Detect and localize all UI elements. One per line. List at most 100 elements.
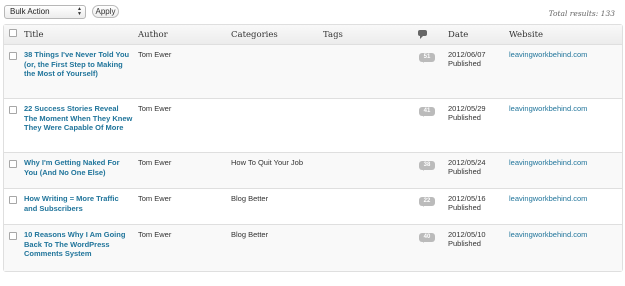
categories-cell: How To Quit Your Job	[229, 153, 321, 189]
post-title-link[interactable]: How Writing = More Traffic and Subscribe…	[24, 194, 134, 213]
author-cell: Tom Ewer	[136, 225, 229, 271]
column-header-tags[interactable]: Tags	[321, 25, 409, 45]
website-cell: leavingworkbehind.com	[507, 225, 622, 271]
bulk-action-select[interactable]: Bulk Action ▲ ▼	[4, 5, 86, 19]
post-date: 2012/05/10	[448, 230, 486, 239]
post-date: 2012/06/07	[448, 50, 486, 59]
comments-cell: 51	[409, 45, 446, 99]
bubble-tail-icon	[423, 168, 426, 171]
comment-count-bubble[interactable]: 38	[419, 159, 435, 171]
posts-table: Title Author Categories Tags Date Websit…	[3, 24, 623, 272]
post-status: Published	[448, 239, 481, 248]
column-header-categories[interactable]: Categories	[229, 25, 321, 45]
author-cell: Tom Ewer	[136, 99, 229, 153]
post-title-link[interactable]: Why I'm Getting Naked For You (And No On…	[24, 158, 134, 177]
title-cell: 22 Success Stories Reveal The Moment Whe…	[22, 99, 136, 153]
post-date: 2012/05/29	[448, 104, 486, 113]
website-cell: leavingworkbehind.com	[507, 189, 622, 225]
tags-cell	[321, 45, 409, 99]
author-cell: Tom Ewer	[136, 45, 229, 99]
tags-cell	[321, 189, 409, 225]
row-select-cell	[4, 189, 22, 225]
website-link[interactable]: leavingworkbehind.com	[509, 50, 587, 59]
date-cell: 2012/05/16 Published	[446, 189, 507, 225]
row-checkbox[interactable]	[9, 52, 17, 60]
bubble-tail-icon	[423, 60, 426, 63]
post-status: Published	[448, 203, 481, 212]
table-row: How Writing = More Traffic and Subscribe…	[4, 189, 622, 225]
website-cell: leavingworkbehind.com	[507, 99, 622, 153]
post-title-link[interactable]: 22 Success Stories Reveal The Moment Whe…	[24, 104, 134, 133]
table-header-row: Title Author Categories Tags Date Websit…	[4, 25, 622, 45]
date-cell: 2012/06/07 Published	[446, 45, 507, 99]
post-title-link[interactable]: 38 Things I've Never Told You (or, the F…	[24, 50, 134, 79]
title-cell: Why I'm Getting Naked For You (And No On…	[22, 153, 136, 189]
table-row: Why I'm Getting Naked For You (And No On…	[4, 153, 622, 189]
categories-cell	[229, 45, 321, 99]
post-status: Published	[448, 59, 481, 68]
table-row: 38 Things I've Never Told You (or, the F…	[4, 45, 622, 99]
bubble-tail-icon	[423, 114, 426, 117]
website-cell: leavingworkbehind.com	[507, 153, 622, 189]
comment-count-bubble[interactable]: 41	[419, 105, 435, 117]
categories-cell: Blog Better	[229, 225, 321, 271]
total-results: Total results: 133	[548, 9, 615, 18]
tags-cell	[321, 225, 409, 271]
row-checkbox[interactable]	[9, 106, 17, 114]
select-all-cell	[4, 25, 22, 45]
toolbar: Bulk Action ▲ ▼ Apply Total results: 133	[0, 0, 625, 22]
select-arrows-icon: ▲ ▼	[77, 6, 82, 17]
date-cell: 2012/05/10 Published	[446, 225, 507, 271]
comment-count: 22	[419, 197, 435, 206]
table-row: 10 Reasons Why I Am Going Back To The Wo…	[4, 225, 622, 271]
date-cell: 2012/05/24 Published	[446, 153, 507, 189]
column-header-date[interactable]: Date	[446, 25, 507, 45]
apply-button[interactable]: Apply	[92, 5, 119, 18]
comment-count: 51	[419, 53, 435, 62]
bulk-action-label: Bulk Action	[10, 7, 50, 16]
website-cell: leavingworkbehind.com	[507, 45, 622, 99]
comment-count: 41	[419, 107, 435, 116]
website-link[interactable]: leavingworkbehind.com	[509, 230, 587, 239]
comments-cell: 41	[409, 99, 446, 153]
comments-cell: 38	[409, 153, 446, 189]
comment-count-bubble[interactable]: 22	[419, 195, 435, 207]
select-all-checkbox[interactable]	[9, 29, 17, 37]
row-checkbox[interactable]	[9, 232, 17, 240]
column-header-author[interactable]: Author	[136, 25, 229, 45]
post-title-link[interactable]: 10 Reasons Why I Am Going Back To The Wo…	[24, 230, 134, 259]
author-cell: Tom Ewer	[136, 153, 229, 189]
categories-cell	[229, 99, 321, 153]
row-select-cell	[4, 225, 22, 271]
date-cell: 2012/05/29 Published	[446, 99, 507, 153]
bubble-tail-icon	[423, 240, 426, 243]
table-row: 22 Success Stories Reveal The Moment Whe…	[4, 99, 622, 153]
row-checkbox[interactable]	[9, 196, 17, 204]
website-link[interactable]: leavingworkbehind.com	[509, 158, 587, 167]
title-cell: 10 Reasons Why I Am Going Back To The Wo…	[22, 225, 136, 271]
title-cell: How Writing = More Traffic and Subscribe…	[22, 189, 136, 225]
column-header-title[interactable]: Title	[22, 25, 136, 45]
tags-cell	[321, 99, 409, 153]
tags-cell	[321, 153, 409, 189]
comment-count: 38	[419, 161, 435, 170]
comment-bubble-icon	[418, 29, 427, 39]
comments-cell: 22	[409, 189, 446, 225]
comment-count-bubble[interactable]: 40	[419, 231, 435, 243]
comment-count: 40	[419, 233, 435, 242]
post-status: Published	[448, 167, 481, 176]
column-header-comments[interactable]	[409, 25, 446, 45]
post-date: 2012/05/24	[448, 158, 486, 167]
comments-cell: 40	[409, 225, 446, 271]
comment-count-bubble[interactable]: 51	[419, 51, 435, 63]
website-link[interactable]: leavingworkbehind.com	[509, 104, 587, 113]
categories-cell: Blog Better	[229, 189, 321, 225]
row-checkbox[interactable]	[9, 160, 17, 168]
row-select-cell	[4, 45, 22, 99]
row-select-cell	[4, 153, 22, 189]
column-header-website[interactable]: Website	[507, 25, 622, 45]
website-link[interactable]: leavingworkbehind.com	[509, 194, 587, 203]
author-cell: Tom Ewer	[136, 189, 229, 225]
post-date: 2012/05/16	[448, 194, 486, 203]
row-select-cell	[4, 99, 22, 153]
